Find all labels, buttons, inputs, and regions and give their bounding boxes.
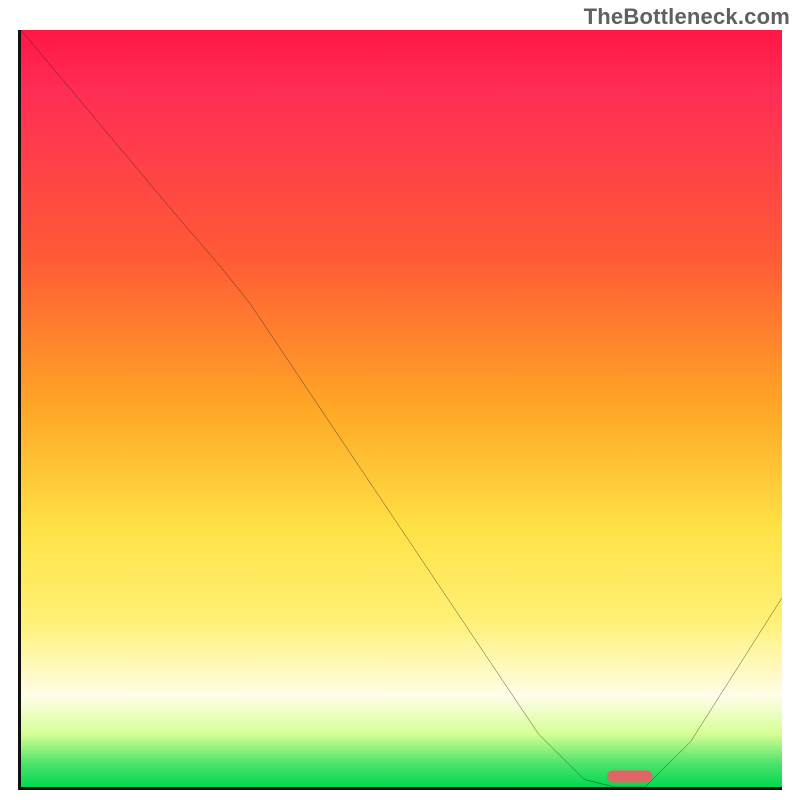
chart-frame: TheBottleneck.com [0,0,800,800]
optimum-marker [607,770,653,782]
plot-area [18,30,782,790]
watermark-text: TheBottleneck.com [584,4,790,30]
bottleneck-curve [21,30,782,787]
curve-svg [21,30,782,787]
